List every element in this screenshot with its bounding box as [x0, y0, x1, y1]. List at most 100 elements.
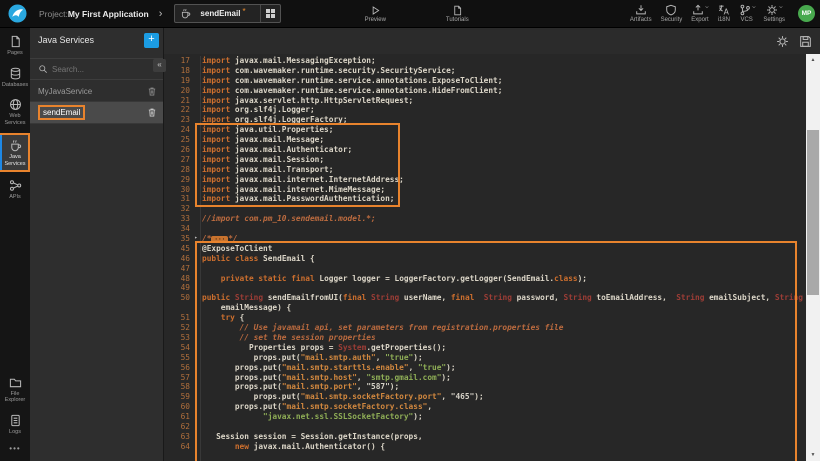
- tab-grid-button[interactable]: [260, 5, 280, 22]
- code-line[interactable]: 30import javax.mail.internet.MimeMessage…: [164, 185, 806, 195]
- fold-marker: [192, 66, 200, 76]
- scrollbar-thumb[interactable]: [807, 130, 819, 295]
- trash-icon[interactable]: [147, 86, 157, 97]
- code-line[interactable]: 49: [164, 283, 806, 293]
- sidebar-item-file-explorer[interactable]: File Explorer: [0, 372, 30, 407]
- code-line[interactable]: 59 props.put("mail.smtp.socketFactory.po…: [164, 392, 806, 402]
- line-number: 46: [164, 254, 192, 264]
- collapsed-code-pill[interactable]: ···: [211, 236, 228, 243]
- settings-button[interactable]: › Settings: [763, 4, 785, 23]
- code-line[interactable]: 62: [164, 422, 806, 432]
- fold-marker: [192, 264, 200, 274]
- code-line[interactable]: 63 Session session = Session.getInstance…: [164, 432, 806, 442]
- fold-marker[interactable]: ▾: [192, 313, 200, 323]
- editor-settings-gear-icon[interactable]: [776, 35, 789, 48]
- save-icon[interactable]: [799, 35, 812, 48]
- fold-marker[interactable]: ▾: [192, 254, 200, 264]
- code-line[interactable]: 23import org.slf4j.LoggerFactory;: [164, 115, 806, 125]
- code-line[interactable]: 51▾ try {: [164, 313, 806, 323]
- line-number: 57: [164, 373, 192, 383]
- code-line[interactable]: 29import javax.mail.internet.InternetAdd…: [164, 175, 806, 185]
- code-line[interactable]: 50▾public String sendEmailfromUI(final S…: [164, 293, 806, 303]
- action-label: Settings: [763, 17, 785, 23]
- code-line[interactable]: 25import javax.mail.Message;: [164, 135, 806, 145]
- artifacts-button[interactable]: Artifacts: [630, 4, 652, 23]
- project-breadcrumb: Project:My First Application: [39, 9, 149, 19]
- search-input[interactable]: [52, 65, 142, 74]
- trash-icon[interactable]: [147, 107, 157, 118]
- code-line[interactable]: 64▾ new javax.mail.Authenticator() {: [164, 442, 806, 452]
- line-number: 24: [164, 125, 192, 135]
- code-line[interactable]: 22import org.slf4j.Logger;: [164, 105, 806, 115]
- code-line[interactable]: 53 // set the session properties: [164, 333, 806, 343]
- collapse-panel-button[interactable]: «: [153, 59, 166, 72]
- code-line[interactable]: 34: [164, 224, 806, 234]
- preview-button[interactable]: Preview: [365, 5, 386, 23]
- code-line[interactable]: 35▸/*···*/: [164, 234, 806, 244]
- user-avatar[interactable]: MP: [798, 5, 815, 22]
- code-line[interactable]: 60 props.put("mail.smtp.socketFactory.cl…: [164, 402, 806, 412]
- code-line[interactable]: 26import javax.mail.Authenticator;: [164, 145, 806, 155]
- wavemaker-logo-icon[interactable]: [8, 4, 27, 23]
- unsaved-indicator: *: [242, 7, 245, 16]
- sidebar-item-logs[interactable]: Logs: [0, 410, 30, 439]
- code-line[interactable]: 56 props.put("mail.smtp.starttls.enable"…: [164, 363, 806, 373]
- line-number: 64: [164, 442, 192, 452]
- code-text: import javax.mail.Message;: [200, 135, 324, 145]
- service-item-sendemail[interactable]: sendEmail: [30, 102, 163, 124]
- code-line[interactable]: 24import java.util.Properties;: [164, 125, 806, 135]
- action-label: Artifacts: [630, 17, 652, 23]
- code-line[interactable]: 55 props.put("mail.smtp.auth", "true");: [164, 353, 806, 363]
- code-text: props.put("mail.smtp.host", "smtp.gmail.…: [200, 373, 451, 383]
- code-line[interactable]: 19import com.wavemaker.runtime.service.a…: [164, 76, 806, 86]
- fold-marker: [192, 115, 200, 125]
- editor-scrollbar[interactable]: ▲ ▼: [806, 54, 820, 461]
- export-button[interactable]: › Export: [691, 4, 708, 23]
- code-line[interactable]: 48 private static final Logger logger = …: [164, 274, 806, 284]
- sidebar-more-button[interactable]: •••: [0, 438, 30, 461]
- code-line[interactable]: 32: [164, 204, 806, 214]
- database-icon: [9, 67, 22, 80]
- security-button[interactable]: Security: [661, 4, 683, 23]
- code-text: [200, 264, 202, 274]
- code-line[interactable]: 54 Properties props = System.getProperti…: [164, 343, 806, 353]
- vcs-button[interactable]: › VCS: [739, 4, 754, 23]
- code-line[interactable]: 21import javax.servlet.http.HttpServletR…: [164, 96, 806, 106]
- code-line[interactable]: 20import com.wavemaker.runtime.service.a…: [164, 86, 806, 96]
- tab-sendemail[interactable]: sendEmail *: [174, 4, 280, 23]
- code-line[interactable]: emailMessage) {: [164, 303, 806, 313]
- code-line[interactable]: 45@ExposeToClient: [164, 244, 806, 254]
- code-line[interactable]: 31import javax.mail.PasswordAuthenticati…: [164, 194, 806, 204]
- code-line[interactable]: 46▾public class SendEmail {: [164, 254, 806, 264]
- fold-marker[interactable]: ▾: [192, 293, 200, 303]
- sidebar-item-apis[interactable]: APIs: [0, 175, 30, 204]
- code-line[interactable]: 61 "javax.net.ssl.SSLSocketFactory");: [164, 412, 806, 422]
- code-line[interactable]: 47: [164, 264, 806, 274]
- code-text: import javax.mail.Transport;: [200, 165, 333, 175]
- fold-marker[interactable]: ▸: [192, 234, 200, 244]
- code-line[interactable]: 17import javax.mail.MessagingException;: [164, 56, 806, 66]
- code-line[interactable]: 57 props.put("mail.smtp.host", "smtp.gma…: [164, 373, 806, 383]
- search-box[interactable]: [30, 58, 163, 80]
- git-branch-icon: [739, 4, 751, 16]
- tutorials-icon: [452, 5, 463, 16]
- sidebar-item-pages[interactable]: Pages: [0, 31, 30, 60]
- add-service-button[interactable]: +: [144, 33, 159, 48]
- code-line[interactable]: 27import javax.mail.Session;: [164, 155, 806, 165]
- code-line[interactable]: 28import javax.mail.Transport;: [164, 165, 806, 175]
- service-item-myjavaservice[interactable]: MyJavaService: [30, 82, 163, 102]
- sidebar-item-web-services[interactable]: Web Services: [0, 94, 30, 129]
- scroll-down-arrow[interactable]: ▼: [806, 452, 820, 458]
- code-line[interactable]: 33//import com.pm_10.sendemail.model.*;: [164, 214, 806, 224]
- fold-marker[interactable]: ▾: [192, 442, 200, 452]
- code-line[interactable]: 58 props.put("mail.smtp.port", "587");: [164, 382, 806, 392]
- sidebar-item-databases[interactable]: Databases: [0, 63, 30, 92]
- fold-marker: [192, 412, 200, 422]
- code-lines[interactable]: 17import javax.mail.MessagingException;1…: [164, 56, 806, 461]
- i18n-button[interactable]: A i18N: [718, 4, 730, 23]
- tutorials-button[interactable]: Tutorials: [446, 5, 469, 23]
- code-line[interactable]: 18import com.wavemaker.runtime.security.…: [164, 66, 806, 76]
- code-line[interactable]: 52 // Use javamail api, set parameters f…: [164, 323, 806, 333]
- sidebar-item-java-services[interactable]: Java Services: [0, 133, 30, 172]
- scroll-up-arrow[interactable]: ▲: [806, 57, 820, 63]
